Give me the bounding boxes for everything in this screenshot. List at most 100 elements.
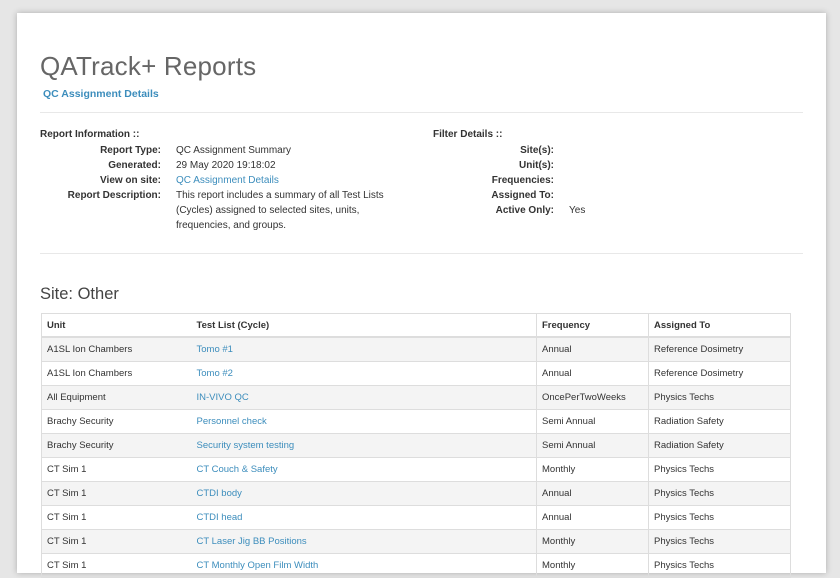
assignments-table: Unit Test List (Cycle) Frequency Assigne… bbox=[41, 313, 791, 578]
assigned-to-cell: Physics Techs bbox=[648, 553, 791, 578]
assigned-to-cell: Physics Techs bbox=[648, 385, 791, 410]
column-header-assigned-to[interactable]: Assigned To bbox=[648, 313, 791, 338]
view-on-site-row: View on site: QC Assignment Details bbox=[40, 173, 391, 188]
frequency-cell: Annual bbox=[536, 361, 649, 386]
unit-cell: A1SL Ion Chambers bbox=[41, 336, 192, 362]
test-list-cell: Tomo #2 bbox=[191, 361, 537, 386]
frequency-cell: Annual bbox=[536, 505, 649, 530]
unit-cell: Brachy Security bbox=[41, 409, 192, 434]
test-list-link[interactable]: CT Monthly Open Film Width bbox=[197, 560, 319, 571]
report-description-row: Report Description: This report includes… bbox=[40, 188, 391, 233]
report-page: QATrack+ Reports QC Assignment Details R… bbox=[17, 13, 826, 578]
test-list-cell: Tomo #1 bbox=[191, 336, 537, 362]
assigned-to-row: Assigned To: bbox=[433, 188, 669, 203]
report-information-list: Report Type: QC Assignment Summary Gener… bbox=[40, 143, 391, 233]
test-list-link[interactable]: CT Couch & Safety bbox=[197, 464, 278, 475]
assigned-to-cell: Radiation Safety bbox=[648, 409, 791, 434]
test-list-link[interactable]: CTDI head bbox=[197, 512, 243, 523]
divider bbox=[40, 112, 803, 113]
unit-cell: A1SL Ion Chambers bbox=[41, 361, 192, 386]
test-list-cell: CT Monthly Open Film Width bbox=[191, 553, 537, 578]
unit-cell: CT Sim 1 bbox=[41, 505, 192, 530]
test-list-link[interactable]: Tomo #2 bbox=[197, 368, 233, 379]
report-type-row: Report Type: QC Assignment Summary bbox=[40, 143, 391, 158]
active-only-value: Yes bbox=[569, 205, 586, 216]
assigned-to-cell: Reference Dosimetry bbox=[648, 336, 791, 362]
table-row: CT Sim 1 CTDI head Annual Physics Techs bbox=[41, 505, 791, 530]
test-list-cell: CT Couch & Safety bbox=[191, 457, 537, 482]
units-label: Unit(s): bbox=[519, 160, 554, 171]
active-only-label: Active Only: bbox=[495, 205, 554, 216]
assigned-to-cell: Physics Techs bbox=[648, 457, 791, 482]
test-list-link[interactable]: IN-VIVO QC bbox=[197, 392, 249, 403]
generated-row: Generated: 29 May 2020 19:18:02 bbox=[40, 158, 391, 173]
report-type-label: Report Type: bbox=[100, 145, 161, 156]
test-list-link[interactable]: CT Laser Jig BB Positions bbox=[197, 536, 307, 547]
unit-cell: CT Sim 1 bbox=[41, 529, 192, 554]
view-on-site-link[interactable]: QC Assignment Details bbox=[176, 175, 279, 186]
unit-cell: Brachy Security bbox=[41, 433, 192, 458]
table-row: CT Sim 1 CT Couch & Safety Monthly Physics … bbox=[41, 457, 791, 482]
site-heading: Site: Other bbox=[40, 285, 119, 303]
report-description-value: This report includes a summary of all Te… bbox=[176, 190, 384, 231]
frequencies-value bbox=[554, 173, 669, 188]
frequency-cell: Semi Annual bbox=[536, 409, 649, 434]
units-row: Unit(s): bbox=[433, 158, 669, 173]
sites-row: Site(s): bbox=[433, 143, 669, 158]
test-list-cell: Personnel check bbox=[191, 409, 537, 434]
assigned-to-cell: Reference Dosimetry bbox=[648, 361, 791, 386]
unit-cell: CT Sim 1 bbox=[41, 457, 192, 482]
report-type-value: QC Assignment Summary bbox=[176, 145, 292, 156]
test-list-cell: CTDI head bbox=[191, 505, 537, 530]
frequency-cell: OncePerTwoWeeks bbox=[536, 385, 649, 410]
frequencies-label: Frequencies: bbox=[491, 175, 554, 186]
qc-assignment-details-link[interactable]: QC Assignment Details bbox=[43, 88, 159, 100]
frequency-cell: Annual bbox=[536, 336, 649, 362]
sites-value bbox=[554, 143, 669, 158]
table-row: A1SL Ion Chambers Tomo #1 Annual Reference … bbox=[41, 336, 791, 362]
table-row: Brachy Security Personnel check Semi Annua… bbox=[41, 409, 791, 434]
report-information-heading: Report Information :: bbox=[40, 129, 140, 140]
column-header-frequency[interactable]: Frequency bbox=[536, 313, 649, 338]
view-on-site-label: View on site: bbox=[100, 175, 161, 186]
test-list-link[interactable]: CTDI body bbox=[197, 488, 242, 499]
column-header-test-list[interactable]: Test List (Cycle) bbox=[191, 313, 537, 338]
assigned-to-cell: Physics Techs bbox=[648, 529, 791, 554]
column-header-unit[interactable]: Unit bbox=[41, 313, 192, 338]
test-list-link[interactable]: Tomo #1 bbox=[197, 344, 233, 355]
filter-details-list: Site(s): Unit(s): Frequencies: Assigned … bbox=[433, 143, 669, 218]
test-list-link[interactable]: Personnel check bbox=[197, 416, 267, 427]
unit-cell: CT Sim 1 bbox=[41, 553, 192, 578]
frequency-cell: Annual bbox=[536, 481, 649, 506]
filter-details-heading: Filter Details :: bbox=[433, 129, 503, 140]
frequencies-row: Frequencies: bbox=[433, 173, 669, 188]
frequency-cell: Semi Annual bbox=[536, 433, 649, 458]
frequency-cell: Monthly bbox=[536, 457, 649, 482]
table-row: A1SL Ion Chambers Tomo #2 Annual Reference … bbox=[41, 361, 791, 386]
table-row: CT Sim 1 CTDI body Annual Physics Techs bbox=[41, 481, 791, 506]
units-value bbox=[554, 158, 669, 173]
report-description-label: Report Description: bbox=[67, 190, 161, 201]
active-only-row: Active Only: Yes bbox=[433, 203, 669, 218]
frequency-cell: Monthly bbox=[536, 553, 649, 578]
assigned-to-cell: Radiation Safety bbox=[648, 433, 791, 458]
table-row: All Equipment IN-VIVO QC OncePerTwoWeeks Ph… bbox=[41, 385, 791, 410]
table-row: Brachy Security Security system testing Se… bbox=[41, 433, 791, 458]
test-list-cell: IN-VIVO QC bbox=[191, 385, 537, 410]
table-header-row: Unit Test List (Cycle) Frequency Assigne… bbox=[41, 313, 791, 338]
generated-label: Generated: bbox=[108, 160, 161, 171]
frequency-cell: Monthly bbox=[536, 529, 649, 554]
assigned-to-value bbox=[554, 188, 669, 203]
unit-cell: All Equipment bbox=[41, 385, 192, 410]
table-row: CT Sim 1 CT Laser Jig BB Positions Monthly… bbox=[41, 529, 791, 554]
test-list-cell: CTDI body bbox=[191, 481, 537, 506]
test-list-cell: Security system testing bbox=[191, 433, 537, 458]
assigned-to-label: Assigned To: bbox=[491, 190, 554, 201]
test-list-cell: CT Laser Jig BB Positions bbox=[191, 529, 537, 554]
test-list-link[interactable]: Security system testing bbox=[197, 440, 295, 451]
generated-value: 29 May 2020 19:18:02 bbox=[176, 160, 276, 171]
sites-label: Site(s): bbox=[520, 145, 554, 156]
divider bbox=[40, 253, 803, 254]
table-row: CT Sim 1 CT Monthly Open Film Width Monthl… bbox=[41, 553, 791, 578]
unit-cell: CT Sim 1 bbox=[41, 481, 192, 506]
